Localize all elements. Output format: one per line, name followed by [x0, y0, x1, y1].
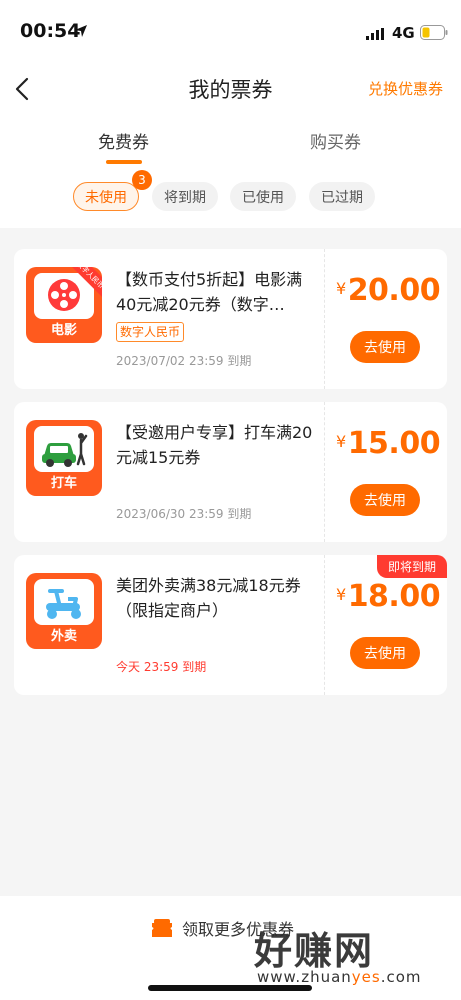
use-coupon-button[interactable]: 去使用: [350, 484, 420, 516]
tab-purchased-coupons[interactable]: 购买券: [310, 128, 361, 153]
use-coupon-button[interactable]: 去使用: [350, 331, 420, 363]
scooter-icon: [46, 589, 81, 619]
unused-count-badge: 3: [132, 170, 152, 190]
coupon-expiry: 今天 23:59 到期: [116, 660, 207, 674]
use-coupon-button[interactable]: 去使用: [350, 637, 420, 669]
car-taxi-icon: [42, 433, 88, 467]
filter-expiring[interactable]: 将到期: [152, 182, 218, 211]
coupon-thumbnail: 数字人民币专享 电影: [26, 267, 102, 343]
coupon-category: 电影: [50, 323, 77, 338]
card-divider: [324, 555, 325, 695]
battery-icon: [420, 25, 448, 40]
coupon-thumbnail: 打车: [26, 420, 102, 496]
coupon-amount: ¥15.00: [336, 426, 441, 461]
coupon-category: 外卖: [50, 629, 77, 644]
coupon-ticket-icon: [152, 919, 172, 937]
coupon-value: 18.00: [347, 579, 441, 614]
coupon-title: 【数币支付5折起】电影满40元减20元券（数字…: [116, 270, 303, 314]
filter-expired[interactable]: 已过期: [309, 182, 375, 211]
watermark-url: www.zhuanyes.com: [257, 968, 422, 986]
home-indicator: [148, 985, 312, 991]
coupon-tag: 数字人民币: [116, 322, 185, 342]
coupon-card[interactable]: 打车 【受邀用户专享】打车满20元减15元券 2023/06/30 23:59 …: [14, 402, 447, 542]
coupon-title: 【受邀用户专享】打车满20元减15元券: [116, 423, 313, 467]
coupon-amount: ¥18.00: [336, 579, 441, 614]
status-bar: 00:54 4G: [0, 0, 461, 66]
expiring-soon-flag: 即将到期: [377, 555, 447, 578]
cellular-signal-icon: [366, 28, 384, 40]
redeem-coupon-link[interactable]: 兑换优惠券: [368, 78, 443, 99]
coupon-thumbnail: 外卖: [26, 573, 102, 649]
coupon-expiry: 2023/07/02 23:59 到期: [116, 354, 252, 368]
coupon-value: 20.00: [347, 273, 441, 308]
active-tab-indicator: [106, 160, 142, 164]
tab-free-coupons[interactable]: 免费券: [98, 128, 149, 153]
coupon-title: 美团外卖满38元减18元券（限指定商户）: [116, 576, 301, 620]
coupon-expiry: 2023/06/30 23:59 到期: [116, 507, 252, 521]
filter-used[interactable]: 已使用: [230, 182, 296, 211]
card-divider: [324, 249, 325, 389]
currency-symbol: ¥: [336, 585, 346, 604]
watermark-brand: 好赚网: [254, 929, 375, 973]
network-type: 4G: [392, 24, 415, 42]
coupon-amount: ¥20.00: [336, 273, 441, 308]
coupon-card[interactable]: 数字人民币专享 电影 【数币支付5折起】电影满40元减20元券（数字… 数字人民…: [14, 249, 447, 389]
coupon-category: 打车: [50, 476, 77, 491]
currency-symbol: ¥: [336, 432, 346, 451]
currency-symbol: ¥: [336, 279, 346, 298]
status-time: 00:54: [20, 20, 81, 42]
coupon-card[interactable]: 即将到期 外卖 美团外卖满38元减18元券（限指定商户） 今天 23:59 到期…: [14, 555, 447, 695]
coupon-value: 15.00: [347, 426, 441, 461]
card-divider: [324, 402, 325, 542]
location-arrow-icon: [75, 25, 87, 37]
film-reel-icon: [48, 279, 80, 311]
site-watermark: 好赚网 www.zhuanyes.com: [254, 920, 444, 990]
filter-unused[interactable]: 未使用: [73, 182, 139, 211]
